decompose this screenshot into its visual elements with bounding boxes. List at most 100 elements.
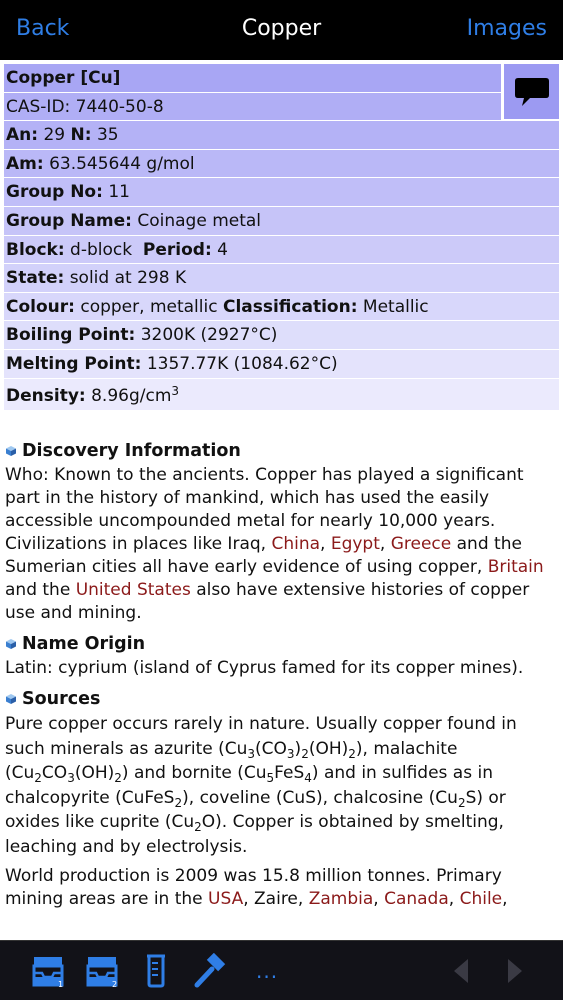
- n-value: 35: [91, 125, 119, 146]
- classification-value: Metallic: [357, 296, 429, 317]
- link-canada[interactable]: Canada: [384, 889, 449, 909]
- subscript: 2: [301, 746, 309, 761]
- cube-bullet-icon: [6, 694, 16, 704]
- boiling-point-value: 3200K (2927°C): [135, 325, 278, 346]
- link-zambia[interactable]: Zambia: [309, 889, 374, 909]
- am-value: 63.545644 g/mol: [43, 153, 195, 174]
- beaker-icon: [147, 954, 165, 988]
- beaker-button[interactable]: [138, 953, 174, 989]
- previous-button[interactable]: [448, 955, 476, 987]
- svg-text:1: 1: [58, 980, 63, 989]
- inbox-tray-2-icon: 2: [86, 957, 118, 989]
- sources-text-part: (OH): [308, 738, 349, 759]
- production-text-part: ,: [448, 889, 460, 909]
- hammer-button[interactable]: [192, 952, 228, 989]
- comment-button[interactable]: [504, 64, 559, 119]
- period-value: 4: [211, 239, 228, 260]
- cube-bullet-icon: [6, 639, 16, 649]
- subscript: 5: [266, 771, 275, 785]
- next-button[interactable]: [500, 955, 528, 987]
- world-production-text: World production is 2009 was 15.8 millio…: [5, 865, 558, 911]
- colour-label: Colour:: [6, 296, 75, 317]
- row-boiling-point: Boiling Point: 3200K (2927°C): [4, 321, 559, 350]
- sources-text-part: (CO: [255, 738, 287, 759]
- link-china[interactable]: China: [271, 534, 320, 554]
- images-button[interactable]: Images: [467, 16, 547, 41]
- density-label: Density:: [6, 385, 86, 406]
- row-melting-point: Melting Point: 1357.77K (1084.62°C): [4, 349, 559, 379]
- subscript: 2: [114, 771, 122, 785]
- subscript: 2: [457, 795, 466, 810]
- row-group-name: Group Name: Coinage metal: [4, 206, 559, 236]
- row-density: Density: 8.96g/cm3: [4, 378, 559, 411]
- boiling-point-label: Boiling Point:: [6, 325, 136, 346]
- cas-id: CAS-ID: 7440-50-8: [6, 96, 164, 117]
- row-group-no: Group No: 11: [4, 178, 559, 207]
- state-label: State:: [6, 268, 65, 289]
- block-value: d-block: [64, 239, 143, 260]
- link-chile[interactable]: Chile: [460, 889, 503, 909]
- subscript: 2: [348, 746, 356, 761]
- am-label: Am:: [6, 153, 44, 174]
- sources-text-part: CO: [41, 763, 68, 783]
- hammer-icon: [194, 952, 226, 988]
- link-usa[interactable]: USA: [208, 889, 243, 909]
- sources-heading-text: Sources: [22, 689, 101, 709]
- name-origin-text: Latin: cyprium (island of Cyprus famed f…: [5, 658, 524, 678]
- density-value: 8.96g/cm: [85, 385, 172, 406]
- colour-value: copper, metallic: [74, 296, 223, 317]
- state-value: solid at 298 K: [64, 268, 187, 289]
- sources-text-part: FeS: [274, 763, 305, 783]
- bottom-toolbar: 1 2 ...: [0, 940, 563, 1000]
- group-no-value: 11: [102, 182, 130, 203]
- row-atomic-mass: Am: 63.545644 g/mol: [4, 149, 559, 179]
- speech-bubble-icon: [514, 77, 549, 106]
- chevron-right-icon: [508, 959, 522, 983]
- subscript: 3: [286, 746, 295, 761]
- sources-text-part: ), coveline (CuS), chalcosine (Cu: [182, 787, 458, 808]
- row-element-name: Copper [Cu]: [4, 64, 501, 93]
- more-button[interactable]: ...: [256, 959, 278, 983]
- element-description: Discovery Information Who: Known to the …: [5, 432, 558, 917]
- link-greece[interactable]: Greece: [391, 534, 452, 554]
- element-name: Copper [Cu]: [6, 68, 121, 88]
- subscript: 2: [174, 795, 183, 810]
- link-united-states[interactable]: United States: [76, 580, 191, 600]
- cube-bullet-icon: [6, 446, 16, 456]
- discovery-heading: Discovery Information: [5, 438, 558, 464]
- name-origin-heading-text: Name Origin: [22, 634, 146, 654]
- row-cas-id: CAS-ID: 7440-50-8: [4, 92, 501, 122]
- tray-1-button[interactable]: 1: [30, 953, 66, 989]
- link-egypt[interactable]: Egypt: [331, 534, 380, 554]
- sources-heading: Sources: [5, 686, 558, 712]
- separator: ,: [379, 534, 391, 554]
- link-britain[interactable]: Britain: [488, 557, 544, 577]
- subscript: 3: [67, 771, 75, 785]
- name-origin-heading: Name Origin: [5, 631, 558, 657]
- row-state: State: solid at 298 K: [4, 264, 559, 293]
- production-text-part: , Zaire,: [243, 889, 309, 909]
- row-atomic-number: An: 29 N: 35: [4, 121, 559, 150]
- chevron-left-icon: [454, 959, 468, 983]
- group-name-value: Coinage metal: [131, 210, 262, 231]
- svg-text:2: 2: [112, 980, 117, 989]
- an-label: An:: [6, 125, 39, 146]
- subscript: 2: [194, 820, 202, 834]
- navigation-bar: Back Copper Images: [0, 0, 563, 60]
- subscript: 4: [304, 771, 312, 785]
- melting-point-value: 1357.77K (1084.62°C): [141, 353, 338, 374]
- row-colour-classification: Colour: copper, metallic Classification:…: [4, 292, 559, 322]
- sources-text: Pure copper occurs rarely in nature. Usu…: [5, 712, 558, 859]
- tray-2-button[interactable]: 2: [84, 953, 120, 989]
- group-no-label: Group No:: [6, 182, 103, 203]
- period-label: Period:: [142, 239, 212, 260]
- subscript: 3: [247, 746, 256, 761]
- production-text-part: ,: [373, 889, 385, 909]
- block-label: Block:: [6, 239, 65, 260]
- sources-text-part: (OH): [74, 763, 115, 783]
- back-button[interactable]: Back: [16, 16, 69, 41]
- an-value: 29: [38, 125, 71, 146]
- separator: ,: [320, 534, 331, 554]
- row-block-period: Block: d-block Period: 4: [4, 235, 559, 265]
- discovery-heading-text: Discovery Information: [22, 441, 241, 461]
